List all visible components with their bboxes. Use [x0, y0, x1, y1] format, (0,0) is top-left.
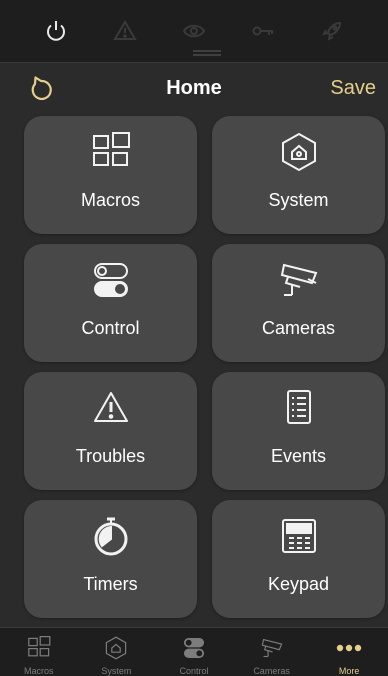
tile-system[interactable]: System: [212, 116, 385, 234]
security-camera-icon: [212, 258, 385, 302]
tile-control[interactable]: Control: [24, 244, 197, 362]
stopwatch-icon: [24, 514, 197, 558]
drawer-handle[interactable]: [193, 50, 221, 56]
warning-triangle-icon: [24, 386, 197, 430]
save-button[interactable]: Save: [330, 77, 376, 100]
tile-events[interactable]: Events: [212, 372, 385, 490]
tile-label: Events: [270, 446, 327, 466]
tile-keypad[interactable]: Keypad: [212, 500, 385, 618]
tab-control[interactable]: Control: [159, 628, 229, 676]
macros-grid-icon: [24, 130, 197, 174]
tile-label: Timers: [83, 574, 138, 594]
power-icon[interactable]: [43, 18, 69, 44]
tab-system[interactable]: System: [81, 628, 151, 676]
tile-timers[interactable]: Timers: [24, 500, 197, 618]
refresh-icon[interactable]: [26, 75, 56, 105]
tile-label: Macros: [80, 190, 140, 210]
key-icon[interactable]: [250, 18, 276, 44]
hexagon-lock-icon: [212, 130, 385, 174]
eye-icon[interactable]: [181, 18, 207, 44]
tile-label: Keypad: [267, 574, 330, 594]
tile-troubles[interactable]: Troubles: [24, 372, 197, 490]
rocket-icon[interactable]: [319, 18, 345, 44]
warning-icon[interactable]: [112, 18, 138, 44]
toggle-switches-icon: [24, 258, 197, 302]
tile-label: Cameras: [261, 318, 336, 338]
more-dots-icon: [314, 634, 384, 662]
navigation-header: Home Save: [0, 62, 388, 113]
macros-grid-icon: [4, 634, 74, 662]
tile-label: Troubles: [75, 446, 146, 466]
hexagon-lock-icon: [81, 634, 151, 662]
tile-macros[interactable]: Macros: [24, 116, 197, 234]
keypad-icon: [212, 514, 385, 558]
home-tile-grid: Macros System Control Cameras Troubles E…: [0, 112, 388, 627]
security-camera-icon: [237, 634, 307, 662]
tile-cameras[interactable]: Cameras: [212, 244, 385, 362]
tab-cameras[interactable]: Cameras: [237, 628, 307, 676]
list-document-icon: [212, 386, 385, 430]
tab-more[interactable]: More: [314, 628, 384, 676]
tile-label: Control: [81, 318, 140, 338]
toggle-switches-icon: [159, 634, 229, 662]
tile-label: System: [268, 190, 329, 210]
tab-macros[interactable]: Macros: [4, 628, 74, 676]
bottom-tab-bar: Macros System Control Cameras More: [0, 627, 388, 676]
